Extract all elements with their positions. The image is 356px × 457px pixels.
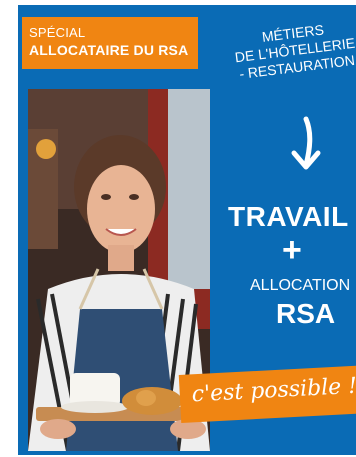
slogan-text: c'est possible !: [191, 373, 356, 408]
jobs-heading: MÉTIERS DE L'HÔTELLERIE - RESTAURATION: [227, 17, 356, 83]
flyer: SPÉCIAL ALLOCATAIRE DU RSA MÉTIERS DE L'…: [18, 5, 356, 455]
slogan-banner: c'est possible !: [178, 365, 356, 423]
arrow-down-icon: [291, 116, 321, 170]
badge-line-allocataire: ALLOCATAIRE DU RSA: [29, 42, 189, 58]
special-badge: SPÉCIAL ALLOCATAIRE DU RSA: [22, 17, 198, 69]
plus-sign: +: [282, 231, 302, 269]
allocation-label: ALLOCATION: [250, 277, 351, 294]
badge-line-special: SPÉCIAL: [29, 25, 86, 40]
travail-title: TRAVAIL: [228, 201, 349, 232]
rsa-label: RSA: [276, 298, 336, 329]
